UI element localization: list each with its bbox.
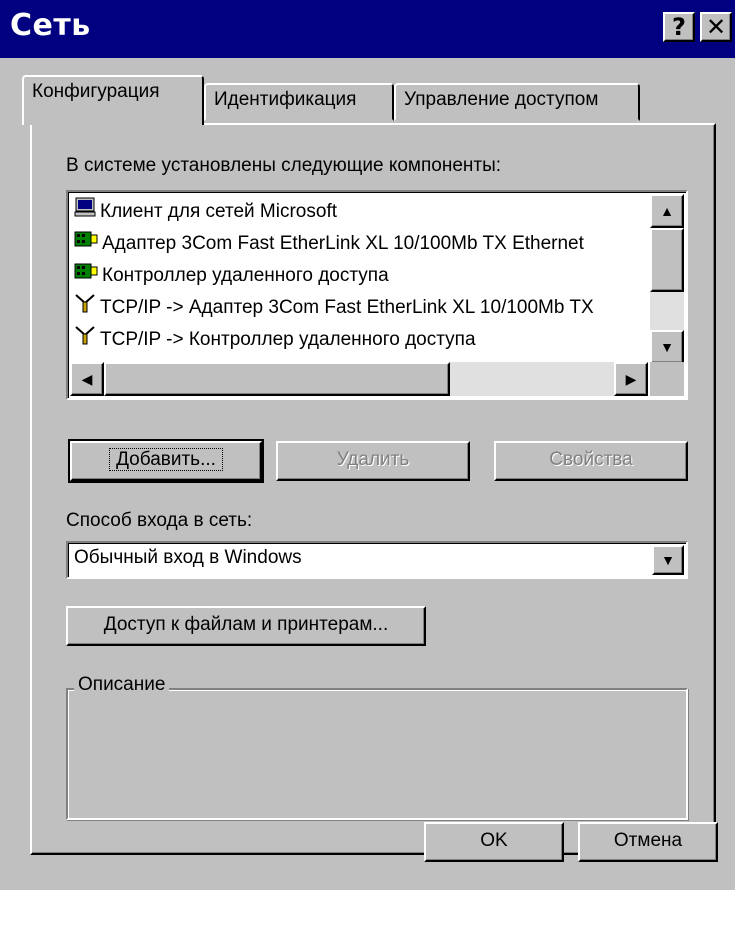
arrow-up-icon: ▲ [660,203,674,219]
list-item-label: TCP/IP -> Адаптер 3Com Fast EtherLink XL… [100,297,594,319]
list-item[interactable]: TCP/IP -> Контроллер удаленного доступа [74,324,476,356]
scroll-left-button[interactable]: ◀ [70,362,104,396]
help-button[interactable]: ? [663,12,695,42]
chevron-down-icon: ▼ [661,552,675,568]
arrow-right-icon: ▶ [625,371,637,387]
close-icon: ✕ [705,13,727,41]
tab-identification[interactable]: Идентификация [204,83,394,121]
close-button[interactable]: ✕ [700,12,732,42]
list-item[interactable]: Контроллер удаленного доступа [74,260,389,292]
file-print-sharing-button[interactable]: Доступ к файлам и принтерам... [66,606,426,646]
cancel-button-label: Отмена [613,830,683,851]
ok-button[interactable]: OK [424,822,564,862]
properties-button[interactable]: Свойства [494,441,688,481]
description-group [66,688,688,820]
network-dialog: Сеть ? ✕ Конфигурация Идентификация Упра… [0,0,735,890]
arrow-down-icon: ▼ [660,339,674,355]
vertical-scrollbar[interactable]: ▲ ▼ [650,194,684,364]
tab-configuration[interactable]: Конфигурация [22,75,204,125]
title-bar[interactable]: Сеть ? ✕ [0,0,735,58]
horizontal-scrollbar[interactable]: ◀ ▶ [70,362,648,396]
logon-select[interactable]: Обычный вход в Windows ▼ [66,541,688,579]
window-title: Сеть [10,8,91,43]
logon-select-value: Обычный вход в Windows [74,547,302,568]
tab-access-control[interactable]: Управление доступом [394,83,640,121]
remove-button[interactable]: Удалить [276,441,470,481]
logon-select-dropdown-button[interactable]: ▼ [652,545,684,575]
list-item[interactable]: Адаптер 3Com Fast EtherLink XL 10/100Mb … [74,228,584,260]
horizontal-scroll-thumb[interactable] [104,362,450,396]
scroll-up-button[interactable]: ▲ [650,194,684,228]
question-mark-icon: ? [672,13,686,41]
list-item[interactable]: Клиент для сетей Microsoft [74,196,337,228]
list-item[interactable]: TCP/IP -> Адаптер 3Com Fast EtherLink XL… [74,292,594,324]
scrollbar-corner [650,362,684,396]
add-button-label: Добавить... [109,448,223,471]
file-print-sharing-label: Доступ к файлам и принтерам... [103,614,389,635]
arrow-left-icon: ◀ [81,371,93,387]
list-item-label: Адаптер 3Com Fast EtherLink XL 10/100Mb … [102,233,584,255]
components-list[interactable]: Клиент для сетей Microsoft Адаптер 3Com … [66,190,688,400]
properties-button-label: Свойства [549,449,633,470]
logon-label: Способ входа в сеть: [66,510,253,531]
network-adapter-icon [74,260,98,292]
list-item-label: Контроллер удаленного доступа [102,265,389,287]
cancel-button[interactable]: Отмена [578,822,718,862]
description-label: Описание [74,674,170,696]
remove-button-label: Удалить [336,449,410,470]
components-label: В системе установлены следующие компонен… [66,155,502,176]
network-adapter-icon [74,228,98,260]
tab-configuration-label: Конфигурация [32,81,160,102]
list-item-label: TCP/IP -> Контроллер удаленного доступа [100,329,476,351]
protocol-icon [74,324,96,356]
list-item-label: Клиент для сетей Microsoft [100,201,337,223]
ok-button-label: OK [480,830,508,851]
vertical-scroll-thumb[interactable] [650,228,684,292]
network-client-icon [74,196,96,228]
add-button[interactable]: Добавить... [68,439,264,483]
scroll-down-button[interactable]: ▼ [650,330,684,364]
tab-identification-label: Идентификация [214,89,357,110]
tab-access-control-label: Управление доступом [404,89,599,110]
scroll-right-button[interactable]: ▶ [614,362,648,396]
protocol-icon [74,292,96,324]
